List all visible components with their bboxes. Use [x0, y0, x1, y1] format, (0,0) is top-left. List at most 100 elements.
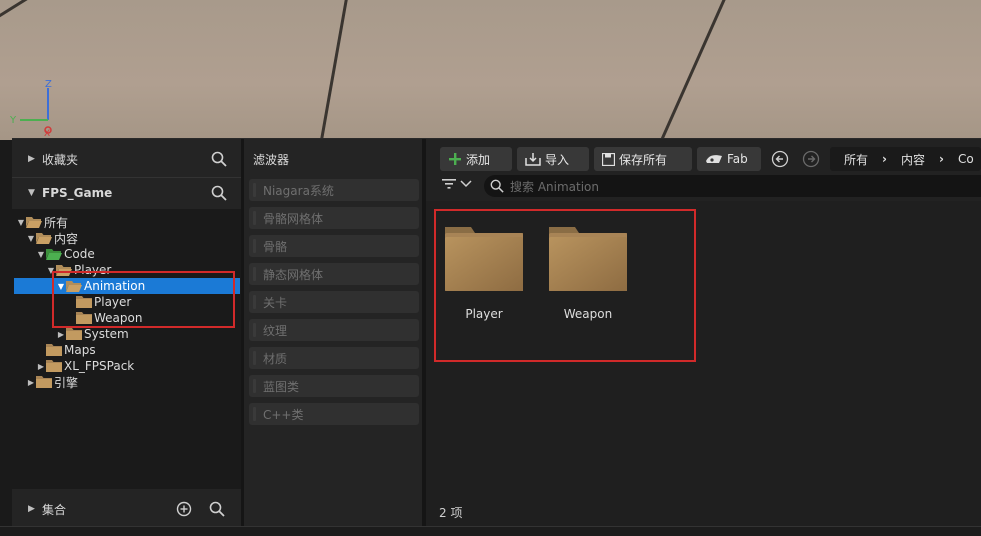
- collections-header[interactable]: ▶ 集合: [12, 491, 241, 527]
- chevron-right-icon[interactable]: ›: [882, 152, 887, 166]
- search-icon[interactable]: [211, 151, 227, 167]
- tree-node-maps[interactable]: Maps: [36, 342, 96, 358]
- folder-icon: [36, 376, 52, 388]
- save-icon: [602, 152, 615, 166]
- tree-node-label: System: [84, 327, 129, 341]
- filter-skeletal-mesh[interactable]: 骨骼网格体: [249, 207, 419, 229]
- tree-node-label: XL_FPSPack: [64, 359, 135, 373]
- save-all-label: 保存所有: [619, 152, 668, 167]
- collapse-arrow-icon: ▶: [28, 504, 35, 514]
- filter-skeleton[interactable]: 骨骼: [249, 235, 419, 257]
- breadcrumb-item[interactable]: Co: [958, 152, 974, 166]
- breadcrumb: 所有 › 内容 › Co: [830, 147, 981, 171]
- fab-button[interactable]: Fab: [697, 147, 761, 171]
- favorites-label: 收藏夹: [42, 152, 79, 167]
- folder-tile-label: Weapon: [563, 307, 613, 321]
- expand-arrow-icon[interactable]: ▼: [16, 218, 26, 227]
- item-count: 2 项: [439, 506, 463, 520]
- tree-node-label: Maps: [64, 343, 96, 357]
- collapse-arrow-icon[interactable]: ▶: [36, 362, 46, 371]
- folder-icon: [46, 360, 62, 372]
- toolbar: 添加 导入 保存所有 Fab 所有 › 内容 › Co: [426, 139, 981, 173]
- asset-grid: Player Weapon 2 项: [426, 201, 981, 527]
- add-button[interactable]: 添加: [440, 147, 512, 171]
- search-icon: [490, 179, 504, 193]
- filter-cpp-class[interactable]: C++类: [249, 403, 419, 425]
- folder-open-green-icon: [46, 248, 62, 260]
- project-label: FPS_Game: [42, 186, 113, 200]
- favorites-header[interactable]: ▶ 收藏夹: [12, 143, 241, 175]
- folder-icon: [46, 344, 62, 356]
- add-label: 添加: [466, 152, 491, 167]
- forward-arrow-icon[interactable]: [802, 150, 820, 168]
- search-placeholder: 搜索 Animation: [510, 179, 599, 194]
- axis-gizmo: Z Y X: [8, 78, 58, 139]
- fab-label: Fab: [727, 152, 748, 166]
- breadcrumb-item[interactable]: 内容: [901, 151, 925, 168]
- folder-open-icon: [26, 216, 42, 228]
- search-icon[interactable]: [209, 501, 225, 517]
- folder-icon: [549, 227, 627, 291]
- sources-panel: ▶ 收藏夹 ▼ FPS_Game ▼ 所有 ▼ 内容 ▼ Code ▼ Play…: [12, 139, 241, 527]
- import-button[interactable]: 导入: [517, 147, 589, 171]
- floor-seam: [660, 0, 728, 140]
- collapse-arrow-icon[interactable]: ▶: [26, 378, 36, 387]
- import-label: 导入: [545, 152, 570, 167]
- tree-node-engine[interactable]: ▶ 引擎: [26, 374, 78, 390]
- y-axis-label: Y: [9, 115, 17, 126]
- floor-seam: [0, 0, 247, 23]
- project-header[interactable]: ▼ FPS_Game: [12, 177, 241, 209]
- filter-static-mesh[interactable]: 静态网格体: [249, 263, 419, 285]
- z-axis-label: Z: [45, 79, 52, 90]
- filter-niagara[interactable]: Niagara系统: [249, 179, 419, 201]
- filter-dropdown[interactable]: [442, 178, 472, 190]
- filter-blueprint-class[interactable]: 蓝图类: [249, 375, 419, 397]
- filter-level[interactable]: 关卡: [249, 291, 419, 313]
- breadcrumb-item[interactable]: 所有: [844, 151, 868, 168]
- tree-node-label: 引擎: [54, 375, 79, 390]
- asset-view-panel: 添加 导入 保存所有 Fab 所有 › 内容 › Co 搜索 Animation…: [426, 139, 981, 527]
- import-icon: [525, 152, 541, 166]
- search-input[interactable]: 搜索 Animation: [484, 175, 981, 197]
- folder-tile-player[interactable]: Player: [439, 213, 529, 323]
- collapse-arrow-icon[interactable]: ▶: [56, 330, 66, 339]
- folder-open-icon: [36, 232, 52, 244]
- tree-node-all[interactable]: ▼ 所有: [16, 214, 68, 230]
- filter-icon: [442, 179, 456, 189]
- collapse-arrow-icon: ▶: [28, 154, 35, 164]
- folder-tile-label: Player: [465, 307, 503, 321]
- back-arrow-icon[interactable]: [771, 150, 789, 168]
- chevron-down-icon: [460, 180, 472, 188]
- expand-arrow-icon[interactable]: ▼: [26, 234, 36, 243]
- filter-material[interactable]: 材质: [249, 347, 419, 369]
- tree-node-label: 内容: [54, 231, 79, 246]
- search-icon[interactable]: [211, 185, 227, 201]
- folder-icon: [66, 328, 82, 340]
- filters-panel: 滤波器 Niagara系统 骨骼网格体 骨骼 静态网格体 关卡 纹理 材质 蓝图…: [244, 139, 422, 527]
- filters-title: 滤波器: [253, 153, 290, 167]
- fab-icon: [705, 153, 723, 165]
- expand-arrow-icon: ▼: [28, 188, 35, 198]
- level-viewport[interactable]: Z Y X: [0, 0, 981, 140]
- plus-icon: [448, 152, 462, 166]
- collections-label: 集合: [42, 502, 67, 517]
- content-browser: ▶ 收藏夹 ▼ FPS_Game ▼ 所有 ▼ 内容 ▼ Code ▼ Play…: [12, 138, 981, 529]
- tree-node-code[interactable]: ▼ Code: [36, 246, 95, 262]
- tree-node-system[interactable]: ▶ System: [56, 326, 129, 342]
- floor-seam: [320, 0, 351, 140]
- expand-arrow-icon[interactable]: ▼: [36, 250, 46, 259]
- folder-icon: [445, 227, 523, 291]
- folder-tile-weapon[interactable]: Weapon: [543, 213, 633, 323]
- tree-node-xl-fpspack[interactable]: ▶ XL_FPSPack: [36, 358, 134, 374]
- tree-node-content[interactable]: ▼ 内容: [26, 230, 78, 246]
- x-axis-label: X: [44, 129, 50, 136]
- tree-node-label: Code: [64, 247, 95, 261]
- folder-tree: ▼ 所有 ▼ 内容 ▼ Code ▼ Player ▼ Animation Pl…: [12, 209, 241, 489]
- save-all-button[interactable]: 保存所有: [594, 147, 692, 171]
- search-row: 搜索 Animation: [426, 175, 981, 201]
- tree-node-label: 所有: [44, 215, 69, 230]
- add-collection-icon[interactable]: [176, 501, 192, 517]
- highlight-box: [52, 271, 235, 328]
- chevron-right-icon[interactable]: ›: [939, 152, 944, 166]
- filter-texture[interactable]: 纹理: [249, 319, 419, 341]
